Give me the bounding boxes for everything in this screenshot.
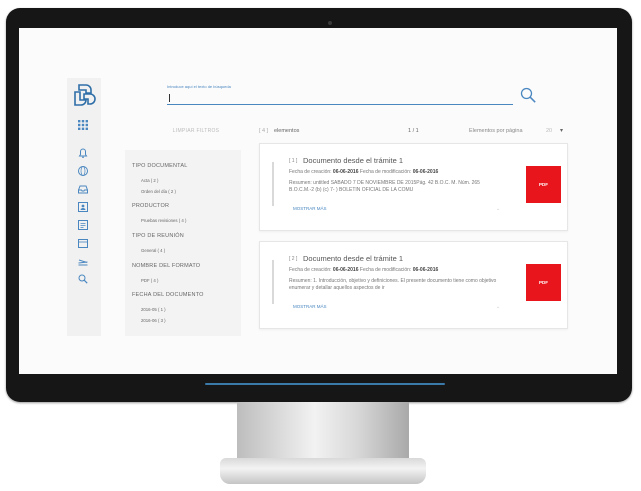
chevron-down-icon[interactable]: ⌄: [496, 304, 500, 310]
filter-option[interactable]: Pruebas revisiones ( 4 ): [141, 218, 186, 223]
app-logo-icon: [74, 84, 96, 106]
show-more-link[interactable]: MOSTRAR MÁS: [293, 206, 327, 211]
screen: Introduce aquí el texto de búsqueda LIMP…: [19, 28, 617, 374]
text-caret: [169, 94, 170, 102]
result-summary: Resumen: 1. Introducción, objetivo y def…: [289, 278, 497, 291]
filter-heading: TIPO DE REUNIÓN: [132, 233, 184, 239]
bezel-accent-line: [205, 383, 445, 385]
search-sidebar-icon[interactable]: [76, 272, 90, 286]
result-dates: Fecha de creación: 06-06-2016 Fecha de m…: [289, 267, 438, 273]
filter-option[interactable]: PDF ( 4 ): [141, 278, 158, 283]
show-more-link[interactable]: MOSTRAR MÁS: [293, 304, 327, 309]
globe-icon[interactable]: [76, 164, 90, 178]
chevron-down-icon[interactable]: ⌄: [496, 206, 500, 212]
user-card-icon[interactable]: [76, 200, 90, 214]
modified-date: 06-06-2016: [412, 169, 439, 175]
clear-filters-button[interactable]: LIMPIAR FILTROS: [147, 128, 245, 134]
result-title[interactable]: Documento desde el trámite 1: [303, 156, 403, 165]
card-accent-bar: [272, 260, 274, 304]
pdf-download-button[interactable]: PDF: [526, 166, 561, 203]
result-summary: Resumen: untitled SABADO 7 DE NOVIEMBRE …: [289, 180, 480, 193]
result-number: [ 2 ]: [289, 256, 298, 262]
filter-option[interactable]: Orden del día ( 2 ): [141, 189, 176, 194]
result-card: [ 1 ] Documento desde el trámite 1 Fecha…: [259, 143, 568, 231]
grid-icon[interactable]: [76, 118, 90, 132]
document-list-icon[interactable]: [76, 218, 90, 232]
result-dates: Fecha de creación: 06-06-2016 Fecha de m…: [289, 169, 438, 175]
results-count-label: elementos: [274, 128, 300, 134]
send-icon[interactable]: [76, 254, 90, 268]
modified-label: Fecha de modificación:: [359, 267, 412, 273]
result-card: [ 2 ] Documento desde el trámite 1 Fecha…: [259, 241, 568, 329]
created-date: 06-06-2016: [332, 267, 359, 273]
camera-dot: [328, 21, 332, 25]
modified-date: 06-06-2016: [412, 267, 439, 273]
created-label: Fecha de creación:: [289, 169, 332, 175]
result-number: [ 1 ]: [289, 158, 298, 164]
filter-heading: TIPO DOCUMENTAL: [132, 163, 188, 169]
filter-heading: PRODUCTOR: [132, 203, 170, 209]
filter-heading: FECHA DEL DOCUMENTO: [132, 292, 204, 298]
inbox-icon[interactable]: [76, 182, 90, 196]
bell-icon[interactable]: [76, 146, 90, 160]
search-icon[interactable]: [519, 86, 537, 104]
per-page-label: Elementos por página: [469, 128, 523, 134]
monitor-stand-neck: [237, 402, 409, 460]
filter-option[interactable]: 2016-05 ( 1 ): [141, 307, 166, 312]
pdf-download-button[interactable]: PDF: [526, 264, 561, 301]
per-page-select[interactable]: 20: [546, 128, 552, 134]
chevron-down-icon[interactable]: ▾: [560, 127, 563, 134]
created-label: Fecha de creación:: [289, 267, 332, 273]
filter-heading: NOMBRE DEL FORMATO: [132, 263, 201, 269]
monitor-stand-base: [220, 458, 426, 484]
calendar-icon[interactable]: [76, 236, 90, 250]
created-date: 06-06-2016: [332, 169, 359, 175]
result-title[interactable]: Documento desde el trámite 1: [303, 254, 403, 263]
filter-option[interactable]: General ( 4 ): [141, 248, 165, 253]
pagination: 1 / 1: [408, 128, 419, 134]
card-accent-bar: [272, 162, 274, 206]
results-count: [ 4 ]: [259, 128, 269, 134]
filter-option[interactable]: 2016-06 ( 3 ): [141, 318, 166, 323]
filter-option[interactable]: Acta ( 2 ): [141, 178, 158, 183]
search-label: Introduce aquí el texto de búsqueda: [167, 84, 231, 89]
modified-label: Fecha de modificación:: [359, 169, 412, 175]
search-input[interactable]: [167, 92, 513, 105]
